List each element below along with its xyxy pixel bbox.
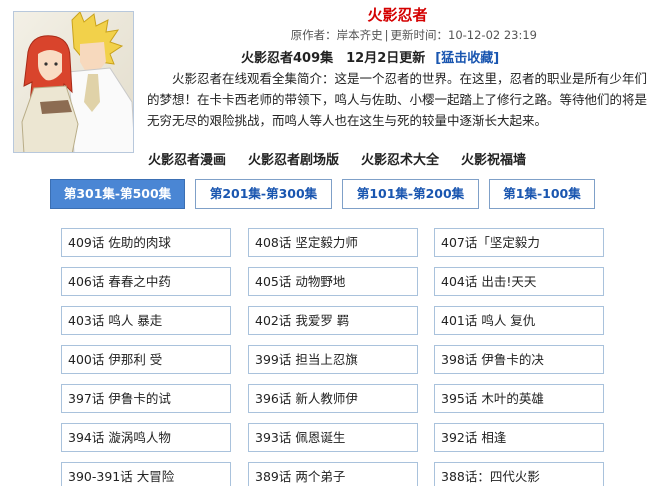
episode-range-tabs: 第301集-第500集 第201集-第300集 第101集-第200集 第1集-… xyxy=(50,179,595,209)
episode-item[interactable]: 394话 漩涡鸣人物 xyxy=(61,423,231,452)
episode-item[interactable]: 406话 春春之中药 xyxy=(61,267,231,296)
link-movies[interactable]: 火影忍者剧场版 xyxy=(248,149,339,168)
episode-item[interactable]: 402话 我爱罗 羁 xyxy=(248,306,418,335)
episode-item[interactable]: 390-391话 大冒险 xyxy=(61,462,231,486)
episode-item[interactable]: 392话 相逢 xyxy=(434,423,604,452)
favorite-link[interactable]: [猛击收藏] xyxy=(435,51,499,66)
episode-item[interactable]: 397话 伊鲁卡的试 xyxy=(61,384,231,413)
cover-image xyxy=(13,11,134,153)
tab-301-500[interactable]: 第301集-第500集 xyxy=(50,179,185,209)
author-name: 岸本齐史 xyxy=(336,28,383,42)
episode-item[interactable]: 409话 佐助的肉球 xyxy=(61,228,231,257)
episode-item[interactable]: 395话 木叶的英雄 xyxy=(434,384,604,413)
tab-101-200[interactable]: 第101集-第200集 xyxy=(342,179,479,209)
link-wishes[interactable]: 火影祝福墙 xyxy=(461,149,526,168)
author-label: 原作者： xyxy=(290,28,337,42)
related-links: 火影忍者漫画 火影忍者剧场版 火影忍术大全 火影祝福墙 xyxy=(148,149,653,168)
updated-label: 更新时间： xyxy=(390,28,449,42)
episode-item[interactable]: 405话 动物野地 xyxy=(248,267,418,296)
episode-item[interactable]: 401话 鸣人 复仇 xyxy=(434,306,604,335)
episode-item[interactable]: 403话 鸣人 暴走 xyxy=(61,306,231,335)
episode-item[interactable]: 399话 担当上忍旗 xyxy=(248,345,418,374)
tab-201-300[interactable]: 第201集-第300集 xyxy=(195,179,332,209)
episode-item[interactable]: 396话 新人教师伊 xyxy=(248,384,418,413)
episode-item[interactable]: 388话：四代火影 xyxy=(434,462,604,486)
episode-item[interactable]: 407话「坚定毅力 xyxy=(434,228,604,257)
meta-info: 原作者：岸本齐史 | 更新时间：10-12-02 23:19 xyxy=(140,27,655,43)
update-text: 火影忍者409集 12月2日更新 xyxy=(241,51,426,66)
episode-item[interactable]: 393话 佩恩诞生 xyxy=(248,423,418,452)
update-line: 火影忍者409集 12月2日更新 [猛击收藏] xyxy=(140,47,655,66)
intro-text: 火影忍者在线观看全集简介：这是一个忍者的世界。在这里，忍者的职业是所有少年们的梦… xyxy=(147,71,648,128)
tab-1-100[interactable]: 第1集-100集 xyxy=(489,179,595,209)
episode-item[interactable]: 398话 伊鲁卡的决 xyxy=(434,345,604,374)
episode-item[interactable]: 404话 出击!天天 xyxy=(434,267,604,296)
link-jutsu[interactable]: 火影忍术大全 xyxy=(361,149,439,168)
episode-item[interactable]: 400话 伊那利 受 xyxy=(61,345,231,374)
updated-time: 10-12-02 23:19 xyxy=(448,28,537,42)
episode-item[interactable]: 389话 两个弟子 xyxy=(248,462,418,486)
episode-item[interactable]: 408话 坚定毅力师 xyxy=(248,228,418,257)
naruto-illustration-icon xyxy=(14,12,133,152)
link-manga[interactable]: 火影忍者漫画 xyxy=(148,149,226,168)
page-title: 火影忍者 xyxy=(367,6,428,24)
meta-separator: | xyxy=(384,28,389,42)
